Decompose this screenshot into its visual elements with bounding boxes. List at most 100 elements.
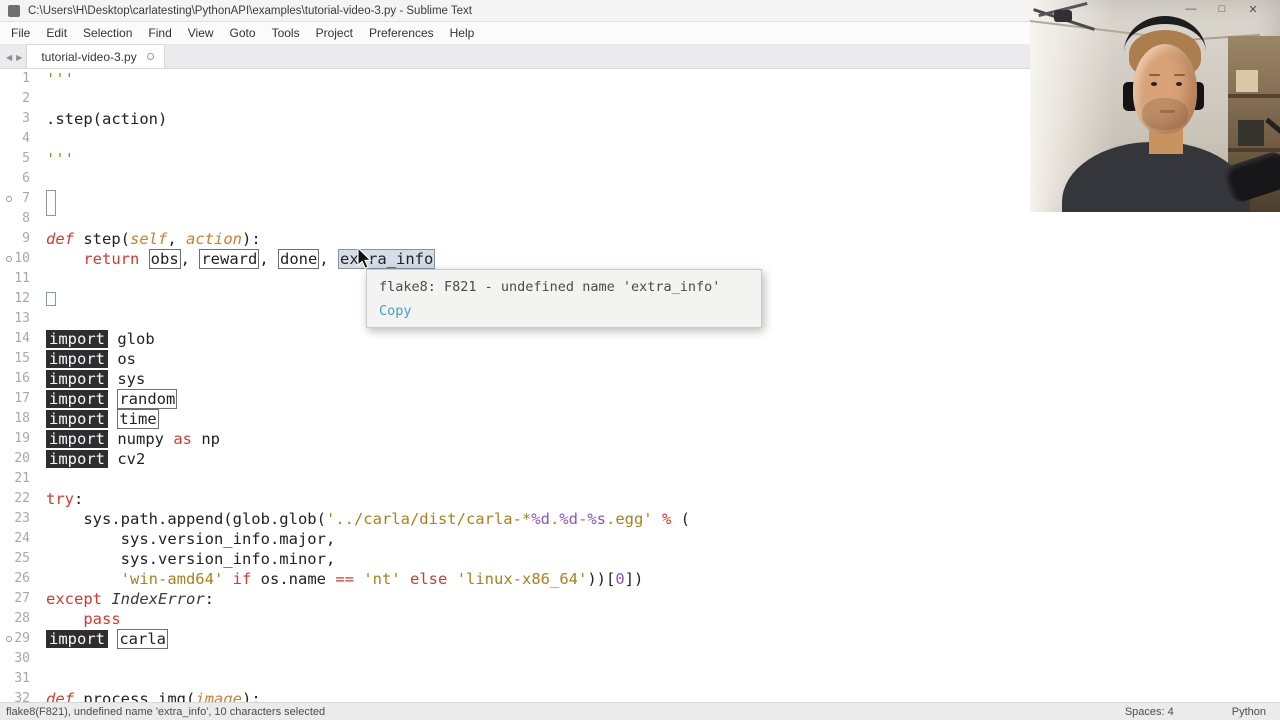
- line-number: 27: [14, 591, 30, 606]
- code-line-text: ''': [46, 70, 74, 88]
- line-number: 2: [22, 91, 30, 106]
- window-controls: — □ ✕: [1184, 3, 1260, 16]
- menu-item-selection[interactable]: Selection: [75, 22, 140, 44]
- code-line[interactable]: 29 import carla: [0, 629, 1280, 649]
- code-line-text: sys.version_info.minor,: [46, 550, 336, 568]
- code-line[interactable]: 28 pass: [0, 609, 1280, 629]
- menu-item-edit[interactable]: Edit: [38, 22, 75, 44]
- code-line[interactable]: 32 def process_img(image):: [0, 689, 1280, 702]
- line-number: 25: [14, 551, 30, 566]
- line-number: 7: [22, 191, 30, 206]
- menu-item-preferences[interactable]: Preferences: [361, 22, 442, 44]
- menu-item-tools[interactable]: Tools: [264, 22, 308, 44]
- code-line[interactable]: 22 try:: [0, 489, 1280, 509]
- code-line[interactable]: 10 return obs, reward, done, extra_info: [0, 249, 1280, 269]
- tab-scroll-right-icon[interactable]: ▶: [16, 53, 22, 62]
- status-bar: flake8(F821), undefined name 'extra_info…: [0, 702, 1280, 720]
- code-line-text: def process_img(image):: [46, 690, 261, 702]
- tab-scroll-arrows: ◀ ▶: [0, 53, 26, 68]
- code-line[interactable]: 9 def step(self, action):: [0, 229, 1280, 249]
- status-indent-setting[interactable]: Spaces: 4: [1125, 706, 1174, 718]
- code-line-text: import cv2: [46, 449, 145, 469]
- code-line[interactable]: 31: [0, 669, 1280, 689]
- lint-gutter-mark: [6, 196, 12, 202]
- line-number: 22: [14, 491, 30, 506]
- line-number: 21: [14, 471, 30, 486]
- line-number: 19: [14, 431, 30, 446]
- code-line-text: import time: [46, 409, 159, 429]
- sublime-text-window: C:\Users\H\Desktop\carlatesting\PythonAP…: [0, 0, 1280, 720]
- lint-gutter-mark: [6, 256, 12, 262]
- status-syntax-mode[interactable]: Python: [1232, 706, 1266, 718]
- close-button[interactable]: ✕: [1246, 3, 1260, 16]
- code-line-text: import os: [46, 349, 136, 369]
- person-stubble: [1142, 98, 1188, 130]
- code-line-text: return obs, reward, done, extra_info: [83, 249, 436, 269]
- person-eyebrow: [1149, 74, 1160, 76]
- line-number: 24: [14, 531, 30, 546]
- code-line[interactable]: 24 sys.version_info.major,: [0, 529, 1280, 549]
- headphone-band: [1124, 16, 1206, 88]
- code-line[interactable]: 18 import time: [0, 409, 1280, 429]
- line-number: 11: [14, 271, 30, 286]
- sublime-app-icon: [8, 4, 20, 17]
- code-line-text: try:: [46, 490, 84, 508]
- menu-item-help[interactable]: Help: [442, 22, 483, 44]
- code-line-text: ''': [46, 150, 74, 168]
- webcam-overlay: [1030, 0, 1280, 212]
- code-line[interactable]: 17 import random: [0, 389, 1280, 409]
- code-line[interactable]: 16 import sys: [0, 369, 1280, 389]
- line-number: 6: [22, 171, 30, 186]
- tab-modified-indicator[interactable]: [146, 53, 154, 60]
- person-mouth: [1160, 110, 1175, 113]
- line-number: 1: [22, 71, 30, 86]
- code-line-text: [46, 189, 56, 216]
- menu-item-find[interactable]: Find: [140, 22, 179, 44]
- line-number: 3: [22, 111, 30, 126]
- person-eyebrow: [1174, 74, 1185, 76]
- code-line[interactable]: 30: [0, 649, 1280, 669]
- code-line-text: sys.version_info.major,: [46, 530, 336, 548]
- line-number: 16: [14, 371, 30, 386]
- tab-tutorial-video-3[interactable]: tutorial-video-3.py: [26, 44, 165, 68]
- person-eye: [1176, 82, 1182, 86]
- code-line[interactable]: 25 sys.version_info.minor,: [0, 549, 1280, 569]
- code-line[interactable]: 26 'win-amd64' if os.name == 'nt' else '…: [0, 569, 1280, 589]
- line-number: 12: [14, 291, 30, 306]
- line-number: 28: [14, 611, 30, 626]
- tab-scroll-left-icon[interactable]: ◀: [6, 53, 12, 62]
- maximize-button[interactable]: □: [1215, 3, 1229, 16]
- code-line-text: import glob: [46, 329, 155, 349]
- line-number: 4: [22, 131, 30, 146]
- code-line[interactable]: 8: [0, 209, 1280, 229]
- menu-item-file[interactable]: File: [3, 22, 38, 44]
- line-number: 20: [14, 451, 30, 466]
- line-number: 32: [14, 691, 30, 702]
- line-number: 17: [14, 391, 30, 406]
- status-lint-message: flake8(F821), undefined name 'extra_info…: [6, 705, 326, 718]
- code-line[interactable]: 15 import os: [0, 349, 1280, 369]
- lint-tooltip: flake8: F821 - undefined name 'extra_inf…: [366, 269, 762, 328]
- menu-item-view[interactable]: View: [180, 22, 222, 44]
- code-line-text: .step(action): [46, 110, 168, 128]
- code-line[interactable]: 19 import numpy as np: [0, 429, 1280, 449]
- minimize-button[interactable]: —: [1184, 3, 1198, 16]
- lint-copy-link[interactable]: Copy: [379, 303, 412, 319]
- code-line[interactable]: 21: [0, 469, 1280, 489]
- line-number: 30: [14, 651, 30, 666]
- line-number: 18: [14, 411, 30, 426]
- tab-label: tutorial-video-3.py: [41, 49, 137, 64]
- code-line[interactable]: 23 sys.path.append(glob.glob('../carla/d…: [0, 509, 1280, 529]
- line-number: 23: [14, 511, 30, 526]
- mouse-cursor-icon: [356, 246, 374, 276]
- code-line-text: import numpy as np: [46, 429, 220, 449]
- menu-item-goto[interactable]: Goto: [222, 22, 264, 44]
- code-line[interactable]: 27 except IndexError:: [0, 589, 1280, 609]
- lint-gutter-mark: [6, 636, 12, 642]
- menu-item-project[interactable]: Project: [308, 22, 361, 44]
- code-line-text: pass: [83, 610, 121, 628]
- window-title: C:\Users\H\Desktop\carlatesting\PythonAP…: [28, 4, 473, 17]
- code-line-text: def step(self, action):: [46, 230, 261, 248]
- code-line[interactable]: 14 import glob: [0, 329, 1280, 349]
- code-line[interactable]: 20 import cv2: [0, 449, 1280, 469]
